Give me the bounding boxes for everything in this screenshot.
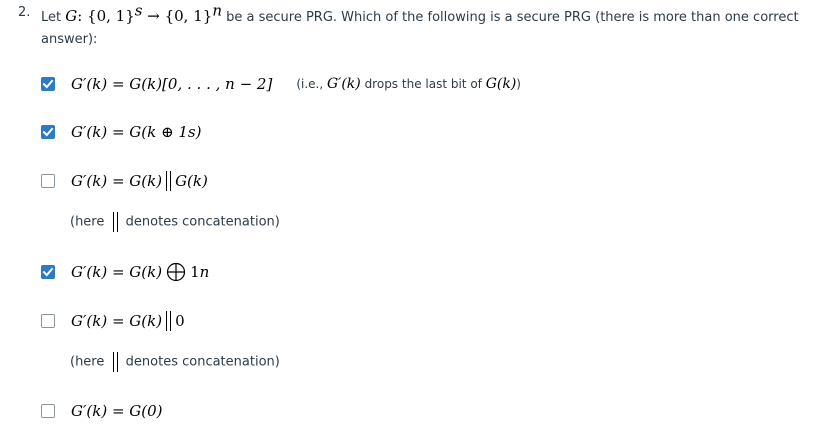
answer-option-6[interactable]: G′(k) = G(0) <box>41 400 163 422</box>
concat-note-1: (here denotes concatenation) <box>70 212 280 232</box>
option-math-4: G′(k) = G(k) <box>71 263 163 281</box>
big-xor-icon <box>166 262 186 282</box>
checkbox-6[interactable] <box>41 404 55 418</box>
option-note-1: (i.e., G′(k) drops the last bit of G(k)) <box>296 76 521 92</box>
checkbox-2[interactable] <box>41 125 55 139</box>
note-mid: drops the last bit of <box>360 77 486 91</box>
option-label-2: G′(k) = G(k ⊕ 1 s) <box>71 123 202 141</box>
concat-symbol <box>166 171 172 191</box>
checkmark-icon <box>42 267 54 277</box>
math-arrow: → {0, 1} <box>142 7 213 25</box>
option-math-3: G′(k) = G(k) <box>71 172 163 190</box>
concat-symbol <box>112 352 118 372</box>
option-label-6: G′(k) = G(0) <box>71 402 163 420</box>
option-math-2: G′(k) = G(k ⊕ 1 <box>71 123 188 141</box>
concat-note-2: (here denotes concatenation) <box>70 352 280 372</box>
option-math-6: G′(k) = G(0) <box>71 402 163 420</box>
option-label-5: G′(k) = G(k) 0 <box>71 311 185 331</box>
concat-note-post: denotes concatenation) <box>125 354 280 370</box>
answer-option-5[interactable]: G′(k) = G(k) 0 <box>41 310 185 332</box>
note-post: ) <box>516 77 521 91</box>
concat-symbol <box>112 212 118 232</box>
answer-option-4[interactable]: G′(k) = G(k) 1n <box>41 261 209 283</box>
option-label-4: G′(k) = G(k) 1n <box>71 262 210 282</box>
option-math-3-rhs: G(k) <box>175 172 208 190</box>
concat-note-pre: (here <box>70 214 105 230</box>
option-math-4-rhs: 1 <box>190 263 200 281</box>
checkbox-1[interactable] <box>41 77 55 91</box>
checkbox-3[interactable] <box>41 174 55 188</box>
math-sig: : {0, 1} <box>77 7 135 25</box>
answer-option-2[interactable]: G′(k) = G(k ⊕ 1 s) <box>41 121 201 143</box>
math-sup-n: n <box>212 1 222 20</box>
question-lead: Let <box>41 10 62 25</box>
option-label-3: G′(k) = G(k) G(k) <box>71 171 208 191</box>
question-text: Let G: {0, 1}s → {0, 1}n be a secure PRG… <box>41 1 811 51</box>
note-pre: (i.e., <box>296 77 327 91</box>
checkbox-5[interactable] <box>41 314 55 328</box>
concat-symbol <box>166 311 172 331</box>
concat-note-post: denotes concatenation) <box>125 214 280 230</box>
math-G: G <box>65 7 78 25</box>
concat-note-pre: (here <box>70 354 105 370</box>
answer-option-1[interactable]: G′(k) = G(k)[0, . . . , n − 2] (i.e., G′… <box>41 73 521 95</box>
question-number: 2. <box>18 5 31 20</box>
option-math-1: G′(k) = G(k)[0, . . . , n − 2] <box>71 75 273 93</box>
note-math-g: G(k) <box>485 76 517 92</box>
checkmark-icon <box>42 79 54 89</box>
option-math-5-rhs: 0 <box>175 312 185 330</box>
checkmark-icon <box>42 127 54 137</box>
checkbox-4[interactable] <box>41 265 55 279</box>
option-math-2-close: ) <box>195 123 202 141</box>
option-label-1: G′(k) = G(k)[0, . . . , n − 2] (i.e., G′… <box>71 75 521 93</box>
note-math-g-prime: G′(k) <box>326 76 361 92</box>
answer-option-3[interactable]: G′(k) = G(k) G(k) <box>41 170 208 192</box>
option-math-5: G′(k) = G(k) <box>71 312 163 330</box>
